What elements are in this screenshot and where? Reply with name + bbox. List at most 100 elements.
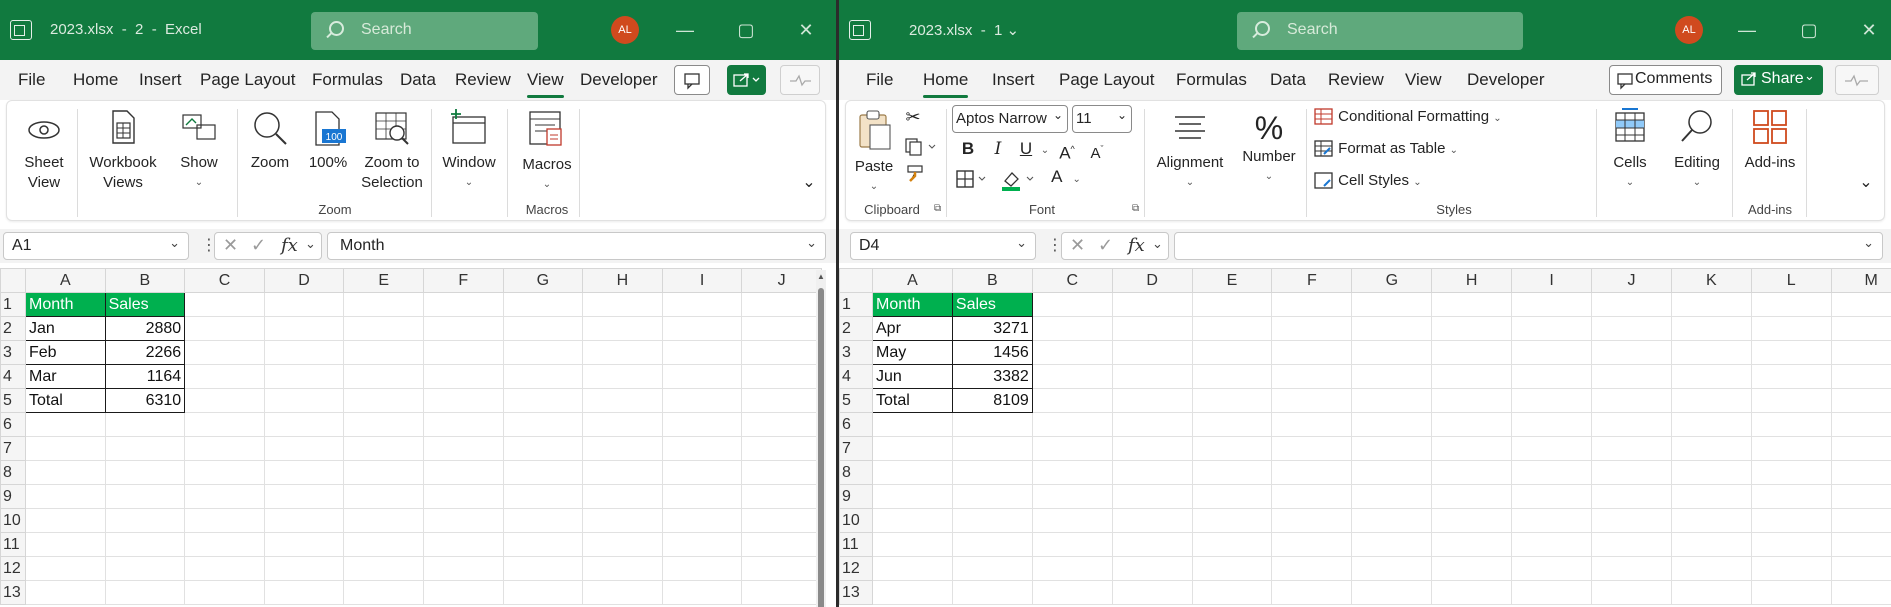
cell[interactable]	[1431, 364, 1513, 389]
cell[interactable]	[1191, 580, 1273, 605]
cell[interactable]	[582, 460, 663, 485]
cell[interactable]	[422, 364, 504, 389]
cell[interactable]	[25, 460, 106, 485]
cell[interactable]	[1351, 340, 1433, 365]
underline-button[interactable]: U	[1016, 139, 1036, 159]
chevron-down-icon[interactable]: ⌄	[1038, 139, 1052, 161]
cell[interactable]	[1351, 484, 1433, 509]
bold-button[interactable]: B	[958, 139, 978, 159]
cell[interactable]	[1111, 460, 1193, 485]
cell[interactable]	[25, 412, 106, 437]
cell[interactable]	[422, 580, 504, 605]
row-header[interactable]: 6	[0, 412, 26, 437]
cell[interactable]	[582, 484, 663, 509]
cell[interactable]	[343, 532, 424, 557]
cell[interactable]	[343, 292, 424, 317]
insert-function-icon[interactable]: fx	[281, 235, 298, 256]
cell[interactable]: 2880	[104, 316, 186, 341]
cell[interactable]	[1031, 364, 1113, 389]
cell[interactable]	[422, 484, 504, 509]
cell[interactable]	[1431, 436, 1513, 461]
cell[interactable]	[661, 484, 743, 509]
cell[interactable]	[1191, 340, 1273, 365]
cell[interactable]	[263, 460, 345, 485]
cell[interactable]	[951, 436, 1033, 461]
cell[interactable]	[1670, 292, 1752, 317]
dialog-launcher-icon[interactable]: ⧉	[1132, 203, 1139, 214]
tab-home[interactable]: Home	[73, 70, 118, 90]
cell[interactable]	[502, 460, 584, 485]
cell[interactable]	[1591, 436, 1672, 461]
column-header[interactable]: D	[263, 268, 345, 293]
collapse-ribbon-icon[interactable]: ⌄	[1856, 173, 1876, 193]
cell[interactable]	[25, 484, 106, 509]
formula-input[interactable]: ⌄	[1174, 232, 1883, 260]
cell[interactable]	[1111, 436, 1193, 461]
cell[interactable]	[741, 316, 822, 341]
column-header[interactable]: L	[1750, 268, 1832, 293]
tab-developer[interactable]: Developer	[1467, 70, 1545, 90]
cell[interactable]	[263, 364, 345, 389]
cells-button[interactable]: Cells ⌄	[1600, 107, 1660, 193]
cell[interactable]	[422, 436, 504, 461]
cell[interactable]	[422, 340, 504, 365]
cell[interactable]: Month	[872, 292, 953, 317]
cell[interactable]	[1830, 508, 1891, 533]
cell[interactable]	[104, 460, 186, 485]
cell[interactable]	[741, 412, 822, 437]
macros-button[interactable]: Macros ⌄	[515, 109, 579, 195]
column-header[interactable]: H	[582, 268, 663, 293]
vertical-scrollbar[interactable]: ▲	[816, 270, 826, 607]
cell[interactable]	[1670, 412, 1752, 437]
cell[interactable]	[184, 388, 265, 413]
cell[interactable]	[1750, 316, 1832, 341]
cell[interactable]	[422, 292, 504, 317]
cell[interactable]	[104, 580, 186, 605]
cell[interactable]	[1511, 508, 1593, 533]
editing-button[interactable]: Editing ⌄	[1664, 107, 1730, 193]
workbook-views-button[interactable]: Workbook Views	[83, 107, 163, 193]
row-header[interactable]: 11	[0, 532, 26, 557]
cell[interactable]	[1750, 556, 1832, 581]
row-header[interactable]: 2	[0, 316, 26, 341]
row-header[interactable]: 2	[839, 316, 873, 341]
tab-home[interactable]: Home	[923, 70, 969, 98]
cell[interactable]	[1670, 532, 1752, 557]
cell[interactable]	[582, 556, 663, 581]
format-as-table-button[interactable]: Format as Table ⌄	[1314, 139, 1514, 161]
paste-button[interactable]: Paste ⌄	[850, 109, 898, 197]
minimize-icon[interactable]: —	[670, 17, 700, 43]
cell[interactable]: Month	[25, 292, 106, 317]
cell-styles-button[interactable]: Cell Styles ⌄	[1314, 171, 1514, 193]
cell[interactable]	[741, 340, 822, 365]
tab-review[interactable]: Review	[455, 70, 511, 90]
cell[interactable]	[1031, 460, 1113, 485]
cell[interactable]	[661, 556, 743, 581]
cell[interactable]	[1111, 388, 1193, 413]
avatar[interactable]: AL	[1675, 16, 1703, 44]
cell[interactable]	[1271, 532, 1353, 557]
cell[interactable]	[1111, 340, 1193, 365]
column-header[interactable]: K	[1670, 268, 1752, 293]
cell[interactable]	[951, 484, 1033, 509]
cell[interactable]	[1191, 316, 1273, 341]
cell[interactable]	[741, 532, 822, 557]
cell[interactable]: Sales	[951, 292, 1033, 317]
cell[interactable]	[422, 556, 504, 581]
number-button[interactable]: % Number ⌄	[1236, 109, 1302, 187]
cell[interactable]	[1511, 316, 1593, 341]
collapse-ribbon-icon[interactable]: ⌄	[799, 173, 819, 193]
cell[interactable]	[1031, 532, 1113, 557]
cell[interactable]	[1111, 532, 1193, 557]
cancel-icon[interactable]: ✕	[1070, 235, 1085, 256]
cell[interactable]	[263, 388, 345, 413]
cell[interactable]	[1670, 340, 1752, 365]
cell[interactable]	[422, 388, 504, 413]
cell[interactable]	[661, 364, 743, 389]
enter-icon[interactable]: ✓	[1098, 235, 1113, 256]
cell[interactable]: Total	[25, 388, 106, 413]
column-header[interactable]: G	[502, 268, 584, 293]
tab-page-layout[interactable]: Page Layout	[1059, 70, 1154, 90]
cell[interactable]	[1591, 364, 1672, 389]
cell[interactable]	[1670, 436, 1752, 461]
